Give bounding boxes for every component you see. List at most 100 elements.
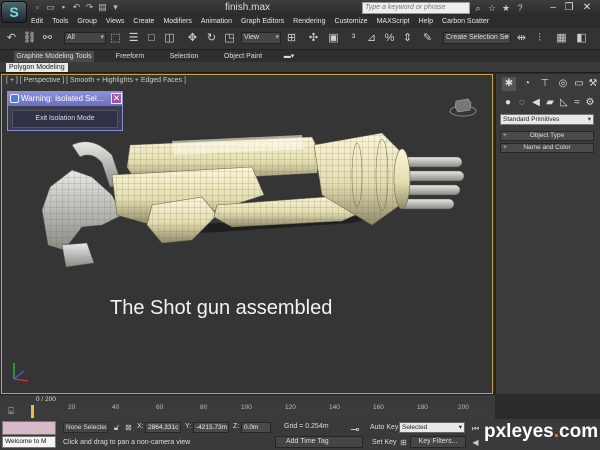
layer-manager-icon[interactable]: ▦ [554, 31, 569, 46]
menu-rendering[interactable]: Rendering [293, 17, 325, 27]
rotate-icon[interactable]: ↻ [204, 31, 219, 46]
mini-curve-editor-icon[interactable]: ⌸ [5, 406, 17, 416]
help-icon[interactable]: ? [514, 2, 526, 14]
restore-button[interactable]: ❐ [562, 1, 576, 14]
menu-carbon-scatter[interactable]: Carbon Scatter [442, 17, 489, 27]
menu-graph-editors[interactable]: Graph Editors [241, 17, 284, 27]
minimize-button[interactable]: – [546, 1, 560, 14]
select-manipulate-icon[interactable]: ✣ [306, 31, 321, 46]
dialog-title-bar[interactable]: Warning: Isolated Sel... ✕ [8, 92, 122, 106]
project-folder-icon[interactable]: ▤ [97, 2, 108, 13]
maxscript-listener-input[interactable] [2, 421, 56, 435]
selection-filter-dropdown[interactable]: All [64, 32, 106, 44]
utilities-tab-icon[interactable]: ⚒ [586, 77, 600, 91]
app-logo-button[interactable]: S [1, 1, 27, 23]
align-icon[interactable]: ⫶ [532, 31, 547, 46]
key-filters-button[interactable]: Key Filters... [410, 436, 466, 448]
time-slider[interactable]: 0 / 200 [0, 394, 495, 404]
selection-lock-icon[interactable]: 🔓︎ [111, 422, 122, 433]
reference-coordinate-dropdown[interactable]: View [241, 32, 281, 44]
named-selection-dropdown[interactable]: Create Selection Se [443, 32, 511, 44]
material-editor-icon[interactable]: ◧ [574, 31, 589, 46]
track-bar[interactable]: ⌸ 20 40 60 80 100 120 140 160 180 200 [0, 404, 495, 419]
mirror-icon[interactable]: ⇹ [514, 31, 529, 46]
key-mode-toggle-icon[interactable]: ⊞ [398, 437, 409, 448]
save-icon[interactable]: ▪ [58, 2, 69, 13]
percent-snap-icon[interactable]: % [382, 31, 397, 46]
previous-frame-icon[interactable]: ◀ [470, 437, 481, 448]
set-key-button[interactable]: Set Key [372, 437, 397, 448]
geometry-icon[interactable]: ● [502, 97, 514, 109]
tab-object-paint[interactable]: Object Paint [218, 51, 268, 62]
open-file-icon[interactable]: ▭ [45, 2, 56, 13]
tab-freeform[interactable]: Freeform [108, 51, 152, 62]
menu-edit[interactable]: Edit [31, 17, 43, 27]
lights-icon[interactable]: ◀ [530, 97, 542, 109]
select-by-name-icon[interactable]: ☰ [126, 31, 141, 46]
menu-animation[interactable]: Animation [201, 17, 232, 27]
ribbon-options-icon[interactable]: ▬▾ [282, 51, 296, 62]
scale-icon[interactable]: ◳ [222, 31, 237, 46]
cameras-icon[interactable]: ▰ [544, 97, 556, 109]
menu-create[interactable]: Create [133, 17, 154, 27]
x-coordinate-field[interactable]: 2864.331c [145, 422, 181, 433]
angle-snap-icon[interactable]: ⊿ [364, 31, 379, 46]
rectangular-selection-icon[interactable]: □ [144, 31, 159, 46]
menu-modifiers[interactable]: Modifiers [163, 17, 191, 27]
menu-group[interactable]: Group [77, 17, 96, 27]
time-cursor[interactable] [31, 405, 34, 418]
y-coordinate-field[interactable]: -4215.73m [193, 422, 229, 433]
menu-views[interactable]: Views [106, 17, 125, 27]
menu-customize[interactable]: Customize [334, 17, 367, 27]
move-icon[interactable]: ✥ [185, 31, 200, 46]
select-object-icon[interactable]: ⬚ [108, 31, 123, 46]
tab-selection[interactable]: Selection [162, 51, 206, 62]
helpers-icon[interactable]: ◺ [558, 97, 570, 109]
pivot-center-icon[interactable]: ⊞ [284, 31, 299, 46]
key-icon[interactable]: ⊸ [347, 424, 363, 436]
polygon-modeling-panel[interactable]: Polygon Modeling [6, 63, 68, 72]
object-type-rollout[interactable]: + Object Type [500, 131, 594, 141]
window-crossing-icon[interactable]: ◫ [162, 31, 177, 46]
viewport-label-menu[interactable]: [ + ] [ Perspective ] [ Smooth + Highlig… [6, 77, 186, 84]
new-file-icon[interactable]: ▫ [32, 2, 43, 13]
z-coordinate-field[interactable]: 0.0m [241, 422, 271, 433]
menu-tools[interactable]: Tools [52, 17, 68, 27]
undo-icon[interactable]: ↶ [4, 31, 19, 46]
viewcube-icon[interactable] [449, 97, 477, 117]
exit-isolation-mode-button[interactable]: Exit Isolation Mode [12, 110, 118, 128]
shapes-icon[interactable]: ◌ [516, 97, 528, 109]
redo-icon[interactable]: ↷ [84, 2, 95, 13]
systems-icon[interactable]: ⚙ [584, 97, 596, 109]
undo-icon[interactable]: ↶ [71, 2, 82, 13]
menu-help[interactable]: Help [419, 17, 433, 27]
maxscript-output[interactable]: Welcome to M [2, 436, 56, 448]
dropdown-arrow-icon[interactable]: ▾ [110, 2, 121, 13]
favorites-star-icon[interactable]: ★ [500, 2, 512, 14]
go-to-start-icon[interactable]: ⏮ [470, 423, 481, 434]
communication-center-icon[interactable]: ☆ [486, 2, 498, 14]
motion-tab-icon[interactable]: ◎ [556, 77, 570, 91]
link-icon[interactable]: ⛓ [22, 31, 37, 46]
primitives-type-dropdown[interactable]: Standard Primitives [500, 114, 594, 125]
key-mode-dropdown[interactable]: Selected [399, 422, 465, 433]
close-icon[interactable]: ✕ [111, 93, 122, 104]
close-window-button[interactable]: ✕ [580, 1, 594, 14]
edit-named-selection-icon[interactable]: ✎ [420, 31, 435, 46]
create-tab-icon[interactable]: ✱ [502, 77, 516, 91]
search-icon[interactable]: ⌕ [472, 2, 484, 14]
modify-tab-icon[interactable]: ◔ [520, 77, 534, 91]
display-tab-icon[interactable]: ▭ [572, 77, 586, 91]
absolute-mode-icon[interactable]: ⊠ [123, 422, 134, 433]
snaps-toggle-icon[interactable]: ³ [346, 31, 361, 46]
tab-graphite-modeling-tools[interactable]: Graphite Modeling Tools [14, 51, 94, 62]
space-warps-icon[interactable]: ≈ [571, 97, 583, 109]
unlink-icon[interactable]: ⚯ [40, 31, 55, 46]
hierarchy-tab-icon[interactable]: ⊤ [538, 77, 552, 91]
auto-key-button[interactable]: Auto Key [370, 422, 398, 433]
name-and-color-rollout[interactable]: + Name and Color [500, 143, 594, 153]
keyboard-shortcut-icon[interactable]: ▣ [326, 31, 341, 46]
add-time-tag-button[interactable]: Add Time Tag [275, 436, 363, 448]
spinner-snap-icon[interactable]: ⇕ [400, 31, 415, 46]
menu-maxscript[interactable]: MAXScript [377, 17, 410, 27]
